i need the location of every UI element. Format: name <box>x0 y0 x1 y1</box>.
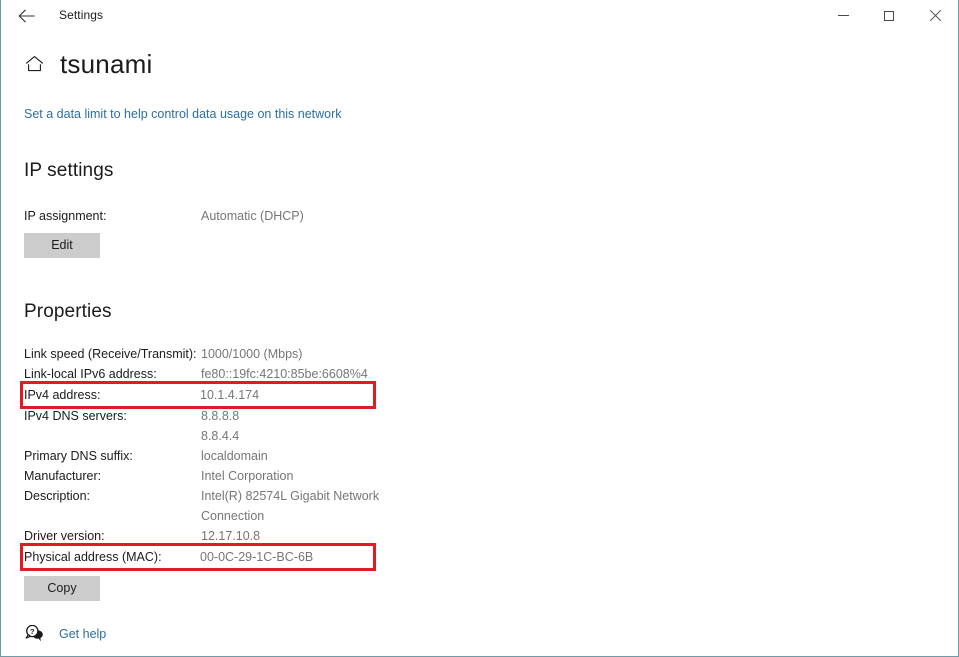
property-row: Physical address (MAC): 00-0C-29-1C-BC-6B <box>20 543 376 571</box>
ip-assignment-value: Automatic (DHCP) <box>201 209 304 223</box>
close-button[interactable] <box>912 0 958 31</box>
minimize-button[interactable] <box>820 0 866 31</box>
property-row: Description: Intel(R) 82574L Gigabit Netw… <box>24 486 958 526</box>
minimize-icon <box>837 15 849 16</box>
back-arrow-icon <box>18 9 35 23</box>
chat-help-icon: ? <box>24 624 46 644</box>
back-button[interactable] <box>11 2 41 29</box>
property-row: Link speed (Receive/Transmit): 1000/1000 … <box>24 344 958 364</box>
get-help-label: Get help <box>59 627 107 641</box>
property-row: Link-local IPv6 address: fe80::19fc:4210:… <box>24 364 958 384</box>
svg-text:?: ? <box>30 627 35 636</box>
settings-window: Settings tsunami Set a data limit to hel… <box>0 0 959 657</box>
ip-assignment-row: IP assignment: Automatic (DHCP) <box>24 206 958 226</box>
page-title: tsunami <box>60 48 153 79</box>
data-limit-link[interactable]: Set a data limit to help control data us… <box>24 107 342 121</box>
property-label: Manufacturer: <box>24 469 102 483</box>
property-row: Manufacturer: Intel Corporation <box>24 466 958 486</box>
property-label: Link-local IPv6 address: <box>24 367 157 381</box>
property-value: 00-0C-29-1C-BC-6B <box>200 550 314 564</box>
maximize-button[interactable] <box>866 0 912 31</box>
property-row: Primary DNS suffix: localdomain <box>24 446 958 466</box>
property-row: IPv4 DNS servers: 8.8.8.8 8.8.4.4 <box>24 406 958 446</box>
close-icon <box>929 10 941 22</box>
property-row: IPv4 address: 10.1.4.174 <box>20 381 376 409</box>
property-value: fe80::19fc:4210:85be:6608%4 <box>201 367 368 381</box>
window-title: Settings <box>59 8 104 22</box>
property-row: Driver version: 12.17.10.8 <box>24 526 958 546</box>
property-label: Driver version: <box>24 529 105 543</box>
ip-assignment-label: IP assignment: <box>24 209 107 223</box>
property-value: Intel(R) 82574L Gigabit Network Connecti… <box>201 489 380 523</box>
get-help-link[interactable]: ? Get help <box>24 624 106 644</box>
property-value: Intel Corporation <box>201 469 294 483</box>
page-header: tsunami <box>24 46 958 82</box>
properties-list: Link speed (Receive/Transmit): 1000/1000 … <box>20 344 958 571</box>
property-label: Primary DNS suffix: <box>24 449 133 463</box>
property-label: Link speed (Receive/Transmit): <box>24 347 197 361</box>
maximize-icon <box>884 10 894 21</box>
property-label: IPv4 address: <box>24 388 101 402</box>
home-icon[interactable] <box>22 52 46 76</box>
properties-heading: Properties <box>24 301 112 322</box>
property-value: 12.17.10.8 <box>201 529 261 543</box>
edit-button[interactable]: Edit <box>24 233 100 258</box>
property-label: Physical address (MAC): <box>24 550 162 564</box>
property-value: 8.8.8.8 8.8.4.4 <box>201 409 240 443</box>
property-label: IPv4 DNS servers: <box>24 409 127 423</box>
property-label: Description: <box>24 489 90 503</box>
copy-button[interactable]: Copy <box>24 576 100 601</box>
settings-content: tsunami Set a data limit to help control… <box>1 46 958 656</box>
ip-settings-heading: IP settings <box>24 160 114 181</box>
title-bar: Settings <box>1 0 958 31</box>
property-value: 10.1.4.174 <box>200 388 260 402</box>
property-value: 1000/1000 (Mbps) <box>201 347 303 361</box>
property-value: localdomain <box>201 449 268 463</box>
